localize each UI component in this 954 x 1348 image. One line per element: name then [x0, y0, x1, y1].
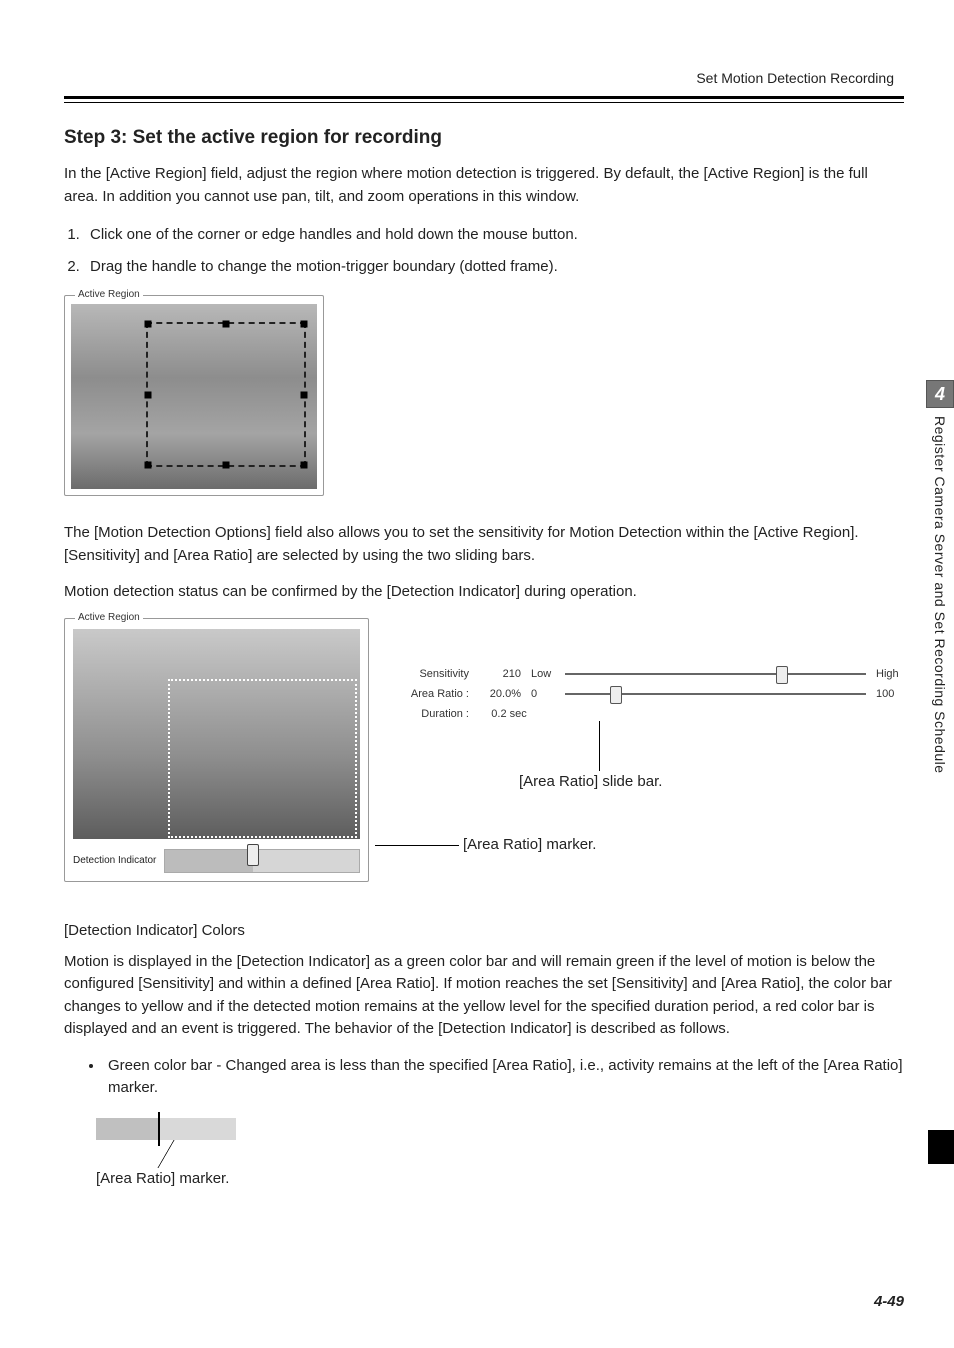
- thumb-index-mark: [928, 1130, 954, 1164]
- marker-illustration-caption: [Area Ratio] marker.: [96, 1170, 904, 1187]
- duration-row: Duration : 0.2 sec: [399, 708, 904, 720]
- step-list: Click one of the corner or edge handles …: [64, 222, 904, 279]
- resize-handle[interactable]: [301, 391, 308, 398]
- step-list-item: Drag the handle to change the motion-tri…: [84, 254, 904, 280]
- area-ratio-slider-thumb[interactable]: [610, 686, 622, 704]
- figure-active-region-small: Active Region: [64, 295, 324, 496]
- sensitivity-slider-thumb[interactable]: [776, 666, 788, 684]
- callout-slide-bar: [Area Ratio] slide bar.: [519, 773, 662, 790]
- sensitivity-row: Sensitivity 210 Low High: [399, 668, 904, 680]
- area-ratio-label: Area Ratio :: [399, 688, 469, 700]
- page-number: 4-49: [874, 1293, 904, 1310]
- figure-legend: Active Region: [75, 289, 143, 300]
- chapter-tab: 4 Register Camera Server and Set Recordi…: [926, 380, 954, 774]
- camera-preview-image: [71, 304, 317, 489]
- area-ratio-low-label: 0: [531, 688, 555, 700]
- area-ratio-value: 20.0%: [479, 688, 521, 700]
- area-ratio-row: Area Ratio : 20.0% 0 100: [399, 688, 904, 700]
- running-header: Set Motion Detection Recording: [64, 70, 904, 86]
- step-list-item: Click one of the corner or edge handles …: [84, 222, 904, 248]
- callout-leader: [599, 721, 600, 771]
- detection-indicator-fill: [165, 850, 252, 872]
- illustration-leader: [146, 1140, 186, 1168]
- detection-indicator-bar: [164, 849, 360, 873]
- illustration-bar: [96, 1118, 236, 1140]
- area-ratio-slider[interactable]: [565, 693, 866, 695]
- resize-handle[interactable]: [301, 321, 308, 328]
- sensitivity-slider[interactable]: [565, 673, 866, 675]
- figure-settings-panel: Sensitivity 210 Low High Area Ratio : 20…: [399, 618, 904, 728]
- sensitivity-value: 210: [479, 668, 521, 680]
- resize-handle[interactable]: [145, 391, 152, 398]
- intro-paragraph: In the [Active Region] field, adjust the…: [64, 163, 904, 208]
- step-title: Step 3: Set the active region for record…: [64, 127, 904, 149]
- chapter-number-badge: 4: [926, 380, 954, 408]
- motion-trigger-boundary[interactable]: [168, 679, 357, 838]
- resize-handle[interactable]: [145, 462, 152, 469]
- illustration-bar-fill: [96, 1118, 159, 1140]
- detection-colors-paragraph: Motion is displayed in the [Detection In…: [64, 951, 904, 1041]
- page: Set Motion Detection Recording Step 3: S…: [0, 0, 954, 1348]
- paragraph-options: The [Motion Detection Options] field als…: [64, 522, 904, 567]
- detection-colors-heading: [Detection Indicator] Colors: [64, 922, 904, 939]
- sensitivity-low-label: Low: [531, 668, 555, 680]
- resize-handle[interactable]: [223, 462, 230, 469]
- resize-handle[interactable]: [223, 321, 230, 328]
- detection-indicator-label: Detection Indicator: [73, 855, 156, 866]
- detection-indicator-row: Detection Indicator: [73, 849, 360, 873]
- paragraph-status: Motion detection status can be confirmed…: [64, 581, 904, 604]
- camera-preview-image: [73, 629, 360, 839]
- callout-marker: [Area Ratio] marker.: [463, 836, 596, 853]
- header-rule: [64, 96, 904, 103]
- duration-value: 0.2 sec: [479, 708, 539, 720]
- resize-handle[interactable]: [145, 321, 152, 328]
- figure-active-region-large: Active Region Detection Indicator: [64, 618, 369, 882]
- detection-colors-list: Green color bar - Changed area is less t…: [64, 1055, 904, 1100]
- chapter-title-vertical: Register Camera Server and Set Recording…: [932, 416, 948, 774]
- figure-legend: Active Region: [75, 612, 143, 623]
- callout-leader: [375, 845, 459, 846]
- sensitivity-high-label: High: [876, 668, 904, 680]
- duration-label: Duration :: [399, 708, 469, 720]
- sensitivity-label: Sensitivity: [399, 668, 469, 680]
- detection-colors-list-item: Green color bar - Changed area is less t…: [104, 1055, 904, 1100]
- area-ratio-marker[interactable]: [247, 844, 259, 878]
- marker-illustration: [96, 1118, 246, 1168]
- resize-handle[interactable]: [301, 462, 308, 469]
- motion-trigger-boundary[interactable]: [146, 322, 306, 467]
- figure-options: Active Region Detection Indicator Sensit…: [64, 618, 904, 882]
- area-ratio-high-label: 100: [876, 688, 904, 700]
